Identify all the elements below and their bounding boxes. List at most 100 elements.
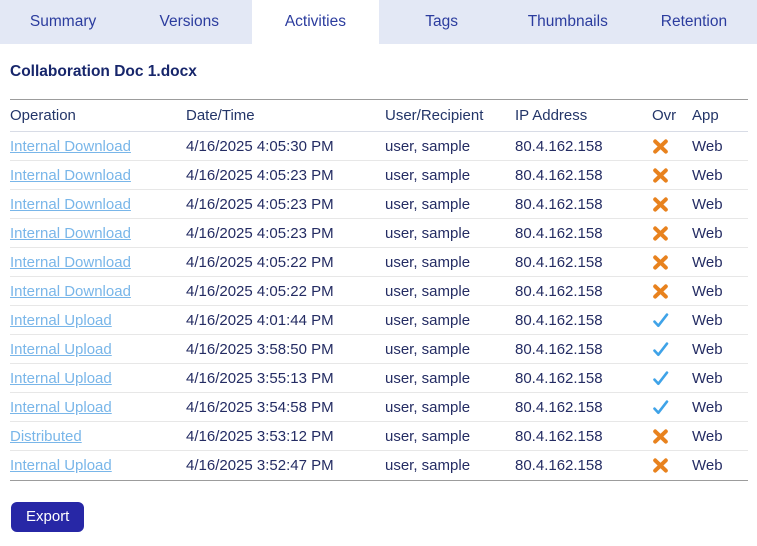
datetime-cell: 4/16/2025 4:05:22 PM: [186, 282, 334, 300]
table-row: Internal Upload 4/16/2025 4:01:44 PM user,…: [10, 306, 748, 335]
app-cell: Web: [692, 427, 723, 445]
tab-retention[interactable]: Retention: [631, 0, 757, 44]
export-button[interactable]: Export: [11, 502, 85, 532]
operation-link[interactable]: Internal Download: [10, 167, 131, 184]
table-row: Internal Upload 4/16/2025 3:54:58 PM user,…: [10, 393, 748, 422]
table-row: Internal Download 4/16/2025 4:05:22 PM use…: [10, 248, 748, 277]
operation-link[interactable]: Internal Upload: [10, 341, 112, 358]
check-icon: [653, 399, 669, 414]
column-header-ip_address: IP Address: [515, 107, 588, 124]
user-recipient-cell: user, sample: [385, 253, 471, 271]
datetime-cell: 4/16/2025 4:05:23 PM: [186, 166, 334, 184]
column-header-ovr: Ovr: [652, 107, 677, 124]
ovr-status-cell: [652, 196, 692, 212]
x-icon: [653, 138, 668, 154]
app-cell: Web: [692, 282, 723, 300]
table-row: Internal Upload 4/16/2025 3:58:50 PM user,…: [10, 335, 748, 364]
tab-thumbnails[interactable]: Thumbnails: [505, 0, 631, 44]
content-area: Collaboration Doc 1.docx Operation Date/T…: [0, 62, 757, 532]
operation-link[interactable]: Internal Download: [10, 138, 131, 155]
ip-address-cell: 80.4.162.158: [515, 137, 603, 155]
datetime-cell: 4/16/2025 4:01:44 PM: [186, 311, 334, 329]
ip-address-cell: 80.4.162.158: [515, 311, 603, 329]
table-row: Internal Download 4/16/2025 4:05:23 PM use…: [10, 190, 748, 219]
check-icon: [653, 341, 669, 356]
ip-address-cell: 80.4.162.158: [515, 166, 603, 184]
column-header-datetime: Date/Time: [186, 107, 255, 124]
datetime-cell: 4/16/2025 3:52:47 PM: [186, 457, 334, 474]
ovr-status-cell: [652, 283, 692, 299]
table-row: Internal Download 4/16/2025 4:05:30 PM use…: [10, 132, 748, 161]
user-recipient-cell: user, sample: [385, 398, 471, 416]
ip-address-cell: 80.4.162.158: [515, 340, 603, 358]
tab-summary[interactable]: Summary: [0, 0, 126, 44]
app-cell: Web: [692, 166, 723, 184]
document-title: Collaboration Doc 1.docx: [10, 63, 197, 80]
column-header-operation: Operation: [10, 107, 76, 124]
ip-address-cell: 80.4.162.158: [515, 427, 603, 445]
x-icon: [653, 283, 668, 299]
user-recipient-cell: user, sample: [385, 137, 471, 155]
operation-link[interactable]: Internal Download: [10, 283, 131, 300]
ip-address-cell: 80.4.162.158: [515, 253, 603, 271]
tab-versions[interactable]: Versions: [126, 0, 252, 44]
user-recipient-cell: user, sample: [385, 224, 471, 242]
ovr-status-cell: [652, 399, 692, 415]
x-icon: [653, 196, 668, 212]
operation-link[interactable]: Internal Download: [10, 254, 131, 271]
user-recipient-cell: user, sample: [385, 195, 471, 213]
operation-link[interactable]: Internal Upload: [10, 399, 112, 416]
operation-link[interactable]: Internal Upload: [10, 457, 112, 474]
ovr-status-cell: [652, 167, 692, 183]
ovr-status-cell: [652, 254, 692, 270]
app-cell: Web: [692, 224, 723, 242]
tab-activities[interactable]: Activities: [252, 0, 379, 44]
user-recipient-cell: user, sample: [385, 311, 471, 329]
ovr-status-cell: [652, 312, 692, 328]
app-cell: Web: [692, 457, 723, 474]
ovr-status-cell: [652, 341, 692, 357]
activity-table: Operation Date/Time User/Recipient IP Addre…: [10, 99, 748, 481]
app-cell: Web: [692, 253, 723, 271]
operation-link[interactable]: Internal Download: [10, 196, 131, 213]
ovr-status-cell: [652, 458, 692, 473]
x-icon: [653, 225, 668, 241]
datetime-cell: 4/16/2025 3:53:12 PM: [186, 427, 334, 445]
app-cell: Web: [692, 398, 723, 416]
operation-link[interactable]: Internal Download: [10, 225, 131, 242]
app-cell: Web: [692, 195, 723, 213]
datetime-cell: 4/16/2025 3:54:58 PM: [186, 398, 334, 416]
x-icon: [653, 428, 668, 444]
datetime-cell: 4/16/2025 3:55:13 PM: [186, 369, 334, 387]
table-row: Internal Download 4/16/2025 4:05:23 PM use…: [10, 161, 748, 190]
ovr-status-cell: [652, 225, 692, 241]
operation-link[interactable]: Internal Upload: [10, 370, 112, 387]
column-header-user_recipient: User/Recipient: [385, 107, 484, 124]
user-recipient-cell: user, sample: [385, 282, 471, 300]
user-recipient-cell: user, sample: [385, 166, 471, 184]
operation-link[interactable]: Distributed: [10, 428, 82, 445]
user-recipient-cell: user, sample: [385, 369, 471, 387]
table-header-row: Operation Date/Time User/Recipient IP Addre…: [10, 100, 748, 132]
table-body: Internal Download 4/16/2025 4:05:30 PM use…: [10, 132, 748, 480]
datetime-cell: 4/16/2025 3:58:50 PM: [186, 340, 334, 358]
check-icon: [653, 370, 669, 385]
user-recipient-cell: user, sample: [385, 427, 471, 445]
app-cell: Web: [692, 369, 723, 387]
check-icon: [653, 312, 669, 327]
app-cell: Web: [692, 137, 723, 155]
ip-address-cell: 80.4.162.158: [515, 224, 603, 242]
x-icon: [653, 254, 668, 270]
table-row: Internal Upload 4/16/2025 3:52:47 PM user,…: [10, 451, 748, 480]
operation-link[interactable]: Internal Upload: [10, 312, 112, 329]
column-header-app: App: [692, 107, 719, 124]
datetime-cell: 4/16/2025 4:05:22 PM: [186, 253, 334, 271]
ovr-status-cell: [652, 138, 692, 154]
table-row: Internal Download 4/16/2025 4:05:22 PM use…: [10, 277, 748, 306]
datetime-cell: 4/16/2025 4:05:23 PM: [186, 195, 334, 213]
ovr-status-cell: [652, 428, 692, 444]
datetime-cell: 4/16/2025 4:05:30 PM: [186, 137, 334, 155]
user-recipient-cell: user, sample: [385, 457, 471, 474]
app-cell: Web: [692, 340, 723, 358]
tab-tags[interactable]: Tags: [379, 0, 505, 44]
